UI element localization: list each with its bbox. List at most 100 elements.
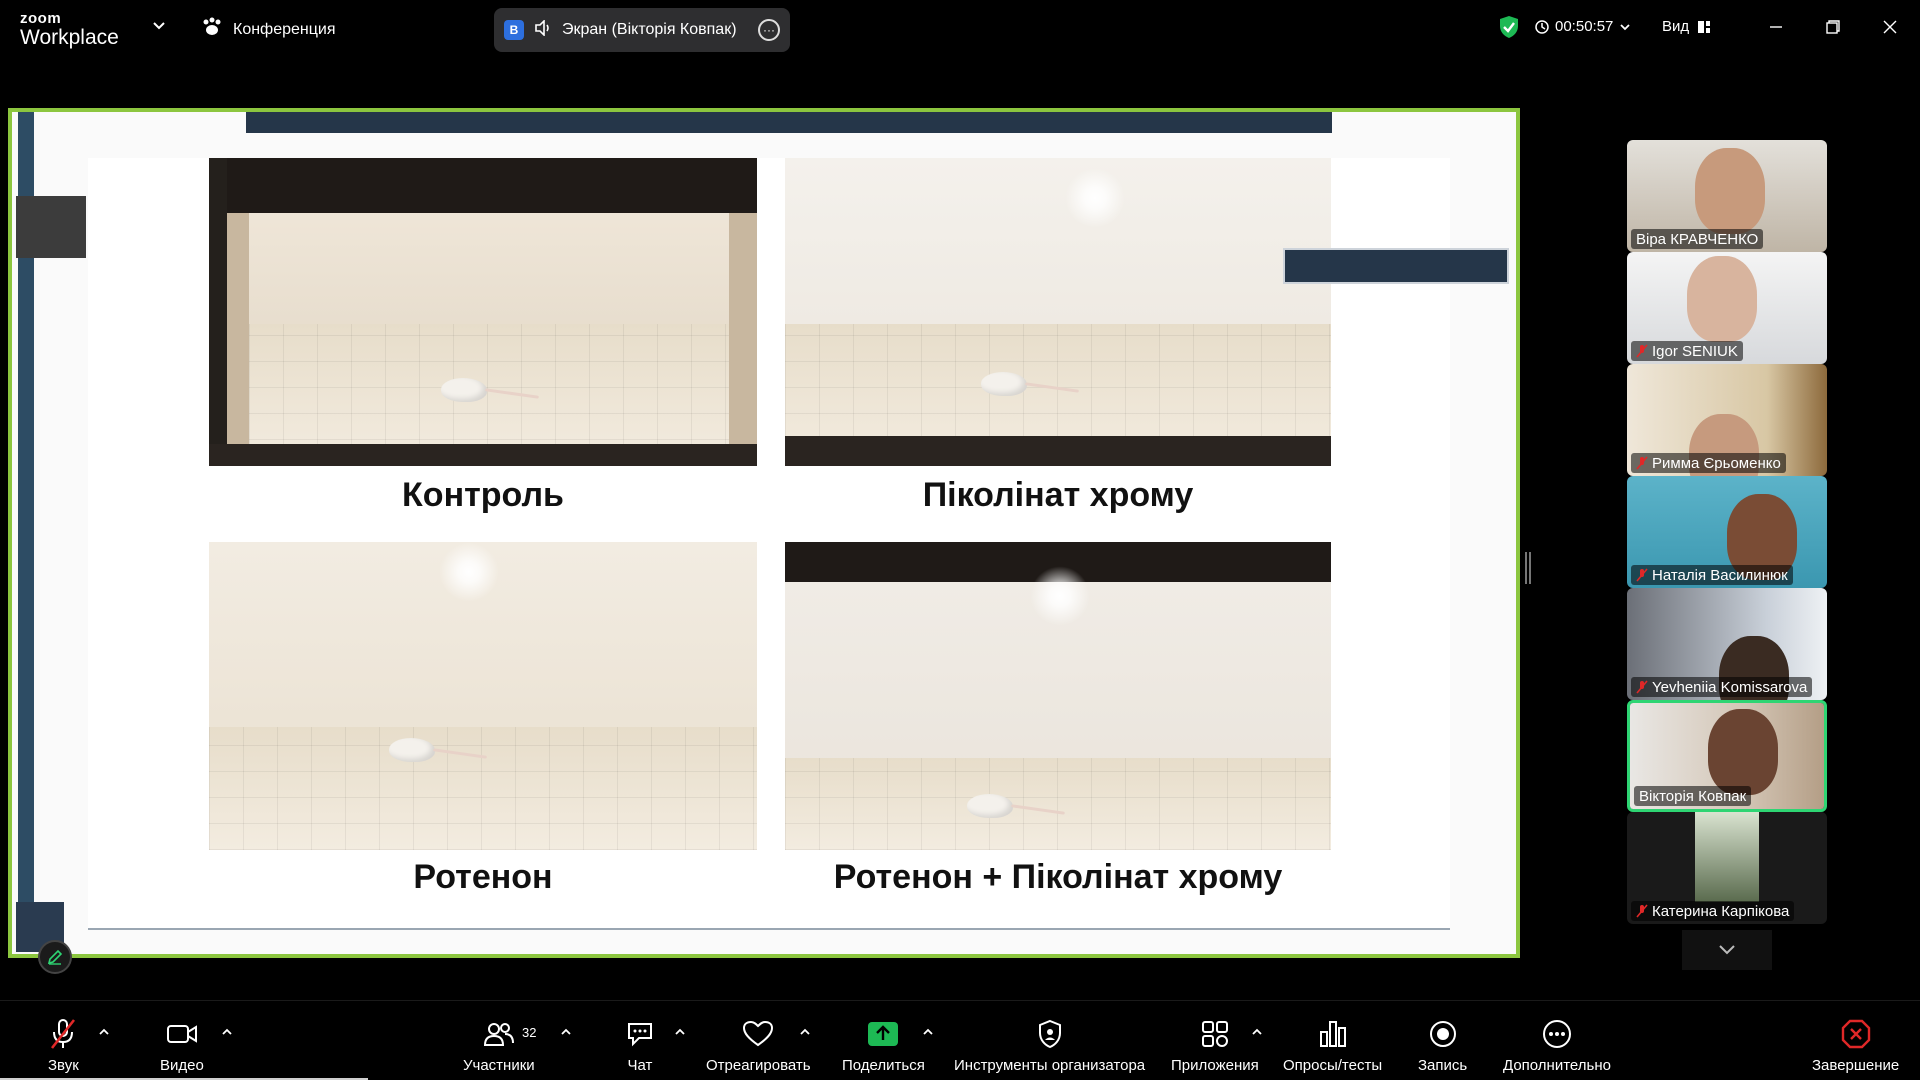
share-label: Поделиться bbox=[842, 1057, 925, 1074]
meeting-paw-icon bbox=[201, 17, 223, 42]
participant-name: Вікторія Ковпак bbox=[1634, 786, 1752, 806]
caption-rotenone-chromium: Ротенон + Піколінат хрому bbox=[833, 858, 1283, 896]
share-label: Экран (Вікторія Ковпак) bbox=[562, 21, 737, 38]
timer-value: 00:50:57 bbox=[1555, 18, 1614, 35]
camera-icon bbox=[166, 1017, 198, 1051]
view-menu-button[interactable]: Вид bbox=[1662, 18, 1711, 35]
slide-top-bar bbox=[246, 112, 1332, 133]
apps-caret-icon[interactable] bbox=[1251, 1023, 1263, 1041]
clock-icon bbox=[1535, 19, 1549, 34]
scroll-down-participants-button[interactable] bbox=[1682, 930, 1772, 970]
chevron-down-icon bbox=[1620, 23, 1631, 30]
caption-control: Контроль bbox=[402, 476, 564, 514]
more-options-icon[interactable]: ··· bbox=[758, 19, 780, 41]
host-tools-button[interactable]: Инструменты организатора bbox=[954, 1017, 1145, 1074]
participants-count: 32 bbox=[522, 1025, 537, 1040]
participant-tile[interactable]: Yevheniia Komissarova bbox=[1627, 588, 1827, 700]
chat-label: Чат bbox=[627, 1057, 653, 1074]
rat-image bbox=[441, 378, 487, 402]
view-label: Вид bbox=[1662, 18, 1690, 35]
restore-icon[interactable] bbox=[1821, 15, 1845, 39]
caption-rotenone: Ротенон bbox=[413, 858, 553, 896]
title-bar: zoom Workplace Конференция В Экран (Вікт… bbox=[0, 0, 1920, 55]
slide-content: Контроль Піколінат хрому Ротенон Ротенон… bbox=[88, 158, 1450, 930]
participant-tile-active-speaker[interactable]: Вікторія Ковпак bbox=[1627, 700, 1827, 812]
participant-name: Катерина Карпікова bbox=[1631, 901, 1795, 921]
participant-tile[interactable]: Катерина Карпікова bbox=[1627, 812, 1827, 924]
minimize-icon[interactable] bbox=[1764, 15, 1788, 39]
caption-chromium-picolinate: Піколінат хрому bbox=[922, 476, 1194, 514]
mic-muted-icon bbox=[48, 1017, 78, 1051]
share-caret-icon[interactable] bbox=[922, 1023, 934, 1041]
panel-resize-handle[interactable] bbox=[1525, 552, 1531, 584]
share-badge: В bbox=[504, 20, 524, 40]
audio-options-caret-icon[interactable] bbox=[98, 1023, 110, 1041]
chat-icon bbox=[625, 1017, 655, 1051]
heart-icon bbox=[742, 1017, 774, 1051]
photo-rotenone-chromium bbox=[785, 542, 1331, 850]
security-shield-icon[interactable] bbox=[1498, 15, 1520, 44]
rat-image bbox=[389, 738, 435, 762]
screen-share-indicator[interactable]: В Экран (Вікторія Ковпак) ··· bbox=[494, 8, 790, 52]
video-options-caret-icon[interactable] bbox=[221, 1023, 233, 1041]
slide-dark-label bbox=[1283, 248, 1509, 284]
end-label: Завершение bbox=[1812, 1057, 1900, 1074]
participant-tile[interactable]: Наталія Василинюк bbox=[1627, 476, 1827, 588]
participant-tile[interactable]: Римма Єрьоменко bbox=[1627, 364, 1827, 476]
video-label: Видео bbox=[160, 1057, 204, 1074]
grid-view-icon bbox=[1698, 20, 1711, 33]
meeting-toolbar: Звук Видео Участники 32 Чат Отреагироват… bbox=[0, 1000, 1920, 1080]
mic-muted-icon bbox=[1636, 904, 1648, 918]
logo-zoom-text: zoom bbox=[20, 10, 62, 27]
mic-muted-icon bbox=[1636, 568, 1648, 582]
participants-label: Участники bbox=[463, 1057, 535, 1074]
annotate-pencil-icon[interactable] bbox=[38, 940, 72, 974]
video-button[interactable]: Видео bbox=[160, 1017, 204, 1074]
rat-image bbox=[967, 794, 1013, 818]
record-button[interactable]: Запись bbox=[1418, 1017, 1467, 1074]
polls-button[interactable]: Опросы/тесты bbox=[1283, 1017, 1382, 1074]
share-screen-button[interactable]: Поделиться bbox=[842, 1017, 925, 1074]
react-caret-icon[interactable] bbox=[799, 1023, 811, 1041]
chat-caret-icon[interactable] bbox=[674, 1023, 686, 1041]
mic-muted-icon bbox=[1636, 456, 1648, 470]
apps-label: Приложения bbox=[1171, 1057, 1259, 1074]
share-arrow-icon bbox=[867, 1017, 899, 1051]
chat-button[interactable]: Чат bbox=[625, 1017, 655, 1074]
close-icon[interactable] bbox=[1878, 15, 1902, 39]
zoom-workplace-logo: zoom Workplace bbox=[20, 11, 119, 48]
mic-muted-icon bbox=[1636, 344, 1648, 358]
slide-bottom-rule bbox=[88, 928, 1450, 930]
rat-image bbox=[981, 372, 1027, 396]
participant-name: Віра КРАВЧЕНКО bbox=[1631, 229, 1764, 249]
apps-icon bbox=[1200, 1017, 1230, 1051]
audio-button[interactable]: Звук bbox=[48, 1017, 79, 1074]
participant-name: Igor SENIUK bbox=[1631, 341, 1743, 361]
mic-muted-icon bbox=[1636, 680, 1648, 694]
more-dots-icon bbox=[1542, 1017, 1572, 1051]
react-label: Отреагировать bbox=[706, 1057, 811, 1074]
react-button[interactable]: Отреагировать bbox=[706, 1017, 811, 1074]
speaker-icon bbox=[534, 18, 552, 41]
bar-chart-icon bbox=[1318, 1017, 1348, 1051]
participant-tile[interactable]: Віра КРАВЧЕНКО bbox=[1627, 140, 1827, 252]
chevron-down-icon bbox=[1719, 945, 1735, 955]
more-button[interactable]: Дополнительно bbox=[1503, 1017, 1611, 1074]
participants-icon bbox=[483, 1017, 515, 1051]
shared-screen: Контроль Піколінат хрому Ротенон Ротенон… bbox=[8, 108, 1520, 958]
end-meeting-button[interactable]: Завершение bbox=[1812, 1017, 1899, 1074]
more-label: Дополнительно bbox=[1503, 1057, 1611, 1074]
host-tools-label: Инструменты организатора bbox=[954, 1057, 1146, 1074]
participants-caret-icon[interactable] bbox=[560, 1023, 572, 1041]
record-icon bbox=[1428, 1017, 1458, 1051]
end-x-icon bbox=[1841, 1017, 1871, 1051]
photo-rotenone bbox=[209, 542, 757, 850]
polls-label: Опросы/тесты bbox=[1283, 1057, 1383, 1074]
participant-tile[interactable]: Igor SENIUK bbox=[1627, 252, 1827, 364]
apps-button[interactable]: Приложения bbox=[1171, 1017, 1259, 1074]
host-shield-icon bbox=[1037, 1017, 1063, 1051]
chevron-down-icon[interactable] bbox=[152, 19, 166, 38]
record-label: Запись bbox=[1418, 1057, 1468, 1074]
meeting-timer[interactable]: 00:50:57 bbox=[1535, 18, 1631, 35]
meeting-info-button[interactable]: Конференция bbox=[201, 17, 336, 42]
